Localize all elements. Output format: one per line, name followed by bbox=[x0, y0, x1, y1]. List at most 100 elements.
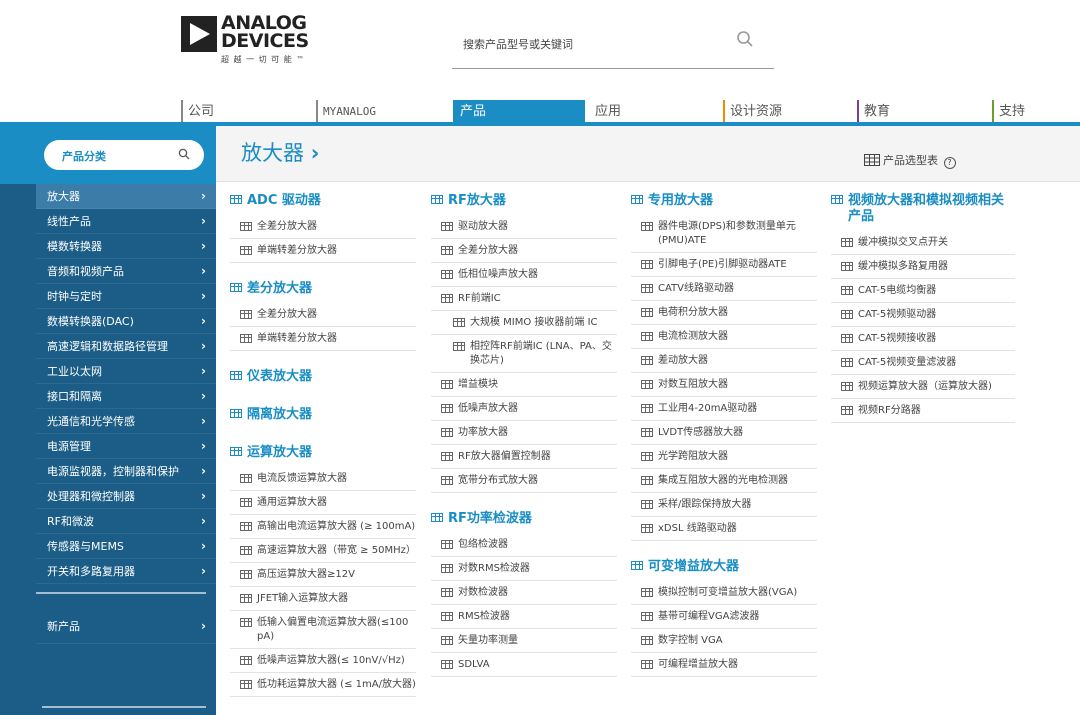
section-heading[interactable]: 仪表放大器 bbox=[230, 369, 416, 385]
list-item[interactable]: 视频运算放大器（运算放大器) bbox=[831, 375, 1015, 399]
list-item[interactable]: CAT-5视频驱动器 bbox=[831, 303, 1015, 327]
section-heading[interactable]: 隔离放大器 bbox=[230, 407, 416, 423]
list-item[interactable]: 低相位噪声放大器 bbox=[431, 263, 617, 287]
list-item[interactable]: 宽带分布式放大器 bbox=[431, 469, 617, 493]
list-item[interactable]: CAT-5视频变量滤波器 bbox=[831, 351, 1015, 375]
sidebar-item-clock-timing[interactable]: 时钟与定时 › bbox=[36, 284, 216, 309]
list-item[interactable]: 电流反馈运算放大器 bbox=[230, 467, 416, 491]
column-1: ADC 驱动器 全差分放大器 单端转差分放大器 差分放大器 全差分放大器 单端转… bbox=[230, 193, 416, 697]
list-item[interactable]: 包络检波器 bbox=[431, 533, 617, 557]
section-heading[interactable]: 专用放大器 bbox=[631, 193, 817, 209]
list-item[interactable]: RMS检波器 bbox=[431, 605, 617, 629]
sidebar-item-high-speed-logic[interactable]: 高速逻辑和数据路径管理 › bbox=[36, 334, 216, 359]
sidebar-item-linear[interactable]: 线性产品 › bbox=[36, 209, 216, 234]
list-item[interactable]: 增益模块 bbox=[431, 373, 617, 397]
search-box[interactable]: 搜索产品型号或关键词 bbox=[452, 24, 774, 69]
list-item[interactable]: 高输出电流运算放大器 (≥ 100mA) bbox=[230, 515, 416, 539]
list-item[interactable]: CAT-5电缆均衡器 bbox=[831, 279, 1015, 303]
table-icon bbox=[240, 246, 252, 255]
list-item[interactable]: 单端转差分放大器 bbox=[230, 239, 416, 263]
list-item[interactable]: xDSL 线路驱动器 bbox=[631, 517, 817, 541]
help-icon[interactable]: ? bbox=[943, 157, 956, 169]
section-heading[interactable]: 差分放大器 bbox=[230, 281, 416, 297]
list-item[interactable]: 高压运算放大器≥12V bbox=[230, 563, 416, 587]
table-icon bbox=[441, 246, 453, 255]
list-item[interactable]: 光学跨阻放大器 bbox=[631, 445, 817, 469]
list-item[interactable]: SDLVA bbox=[431, 653, 617, 677]
list-item[interactable]: 相控阵RF前端IC (LNA、PA、交换芯片) bbox=[431, 335, 617, 373]
sidebar-item-switches-mux[interactable]: 开关和多路复用器 › bbox=[36, 559, 216, 584]
list-item[interactable]: 缓冲模拟交叉点开关 bbox=[831, 231, 1015, 255]
list-item[interactable]: 引脚电子(PE)引脚驱动器ATE bbox=[631, 253, 817, 277]
section-heading[interactable]: 运算放大器 bbox=[230, 445, 416, 461]
list-item[interactable]: RF放大器偏置控制器 bbox=[431, 445, 617, 469]
sidebar-item-processors[interactable]: 处理器和微控制器 › bbox=[36, 484, 216, 509]
category-search-box[interactable]: 产品分类 bbox=[44, 140, 204, 170]
list-item[interactable]: 高速运算放大器（带宽 ≥ 50MHz） bbox=[230, 539, 416, 563]
list-item[interactable]: LVDT传感器放大器 bbox=[631, 421, 817, 445]
list-item[interactable]: 对数检波器 bbox=[431, 581, 617, 605]
table-icon bbox=[841, 286, 853, 295]
sidebar-item-adc[interactable]: 模数转换器 › bbox=[36, 234, 216, 259]
section-heading[interactable]: 视频放大器和模拟视频相关产品 bbox=[831, 193, 1015, 225]
sidebar-item-interface-isolation[interactable]: 接口和隔离 › bbox=[36, 384, 216, 409]
list-item[interactable]: 电流检测放大器 bbox=[631, 325, 817, 349]
section-heading[interactable]: 可变增益放大器 bbox=[631, 559, 817, 575]
list-item[interactable]: 全差分放大器 bbox=[230, 215, 416, 239]
sidebar-item-new-products[interactable]: 新产品 › bbox=[36, 614, 216, 644]
list-item[interactable]: 电荷积分放大器 bbox=[631, 301, 817, 325]
list-item[interactable]: 单端转差分放大器 bbox=[230, 327, 416, 351]
search-input[interactable]: 搜索产品型号或关键词 bbox=[463, 36, 573, 52]
search-icon[interactable] bbox=[736, 30, 754, 48]
list-item[interactable]: 缓冲模拟多路复用器 bbox=[831, 255, 1015, 279]
list-item[interactable]: 工业用4-20mA驱动器 bbox=[631, 397, 817, 421]
list-item[interactable]: 器件电源(DPS)和参数测量单元(PMU)ATE bbox=[631, 215, 817, 253]
sidebar-item-audio-video[interactable]: 音频和视频产品 › bbox=[36, 259, 216, 284]
list-item[interactable]: JFET输入运算放大器 bbox=[230, 587, 416, 611]
product-selection-table-link[interactable]: 产品选型表 ? bbox=[864, 152, 956, 169]
list-item[interactable]: 模拟控制可变增益放大器(VGA) bbox=[631, 581, 817, 605]
section-heading[interactable]: RF功率检波器 bbox=[431, 511, 617, 527]
sidebar-item-industrial-ethernet[interactable]: 工业以太网 › bbox=[36, 359, 216, 384]
list-item[interactable]: 低噪声运算放大器(≤ 10nV/√Hz) bbox=[230, 649, 416, 673]
list-item[interactable]: RF前端IC bbox=[431, 287, 617, 311]
sidebar-item-sensors-mems[interactable]: 传感器与MEMS › bbox=[36, 534, 216, 559]
sidebar-item-dac[interactable]: 数模转换器(DAC) › bbox=[36, 309, 216, 334]
list-item[interactable]: 低噪声放大器 bbox=[431, 397, 617, 421]
sidebar-item-amplifiers[interactable]: 放大器 › bbox=[36, 184, 216, 209]
list-item[interactable]: 可编程增益放大器 bbox=[631, 653, 817, 677]
list-item[interactable]: 驱动放大器 bbox=[431, 215, 617, 239]
list-item[interactable]: CAT-5视频接收器 bbox=[831, 327, 1015, 351]
list-item[interactable]: 对数互阻放大器 bbox=[631, 373, 817, 397]
list-item[interactable]: 视频RF分路器 bbox=[831, 399, 1015, 423]
sidebar-item-rf-microwave[interactable]: RF和微波 › bbox=[36, 509, 216, 534]
list-item[interactable]: 低功耗运算放大器 (≤ 1mA/放大器) bbox=[230, 673, 416, 697]
table-icon bbox=[441, 612, 453, 621]
list-item[interactable]: 全差分放大器 bbox=[230, 303, 416, 327]
list-item[interactable]: 数字控制 VGA bbox=[631, 629, 817, 653]
sidebar-item-power-management[interactable]: 电源管理 › bbox=[36, 434, 216, 459]
section-heading[interactable]: RF放大器 bbox=[431, 193, 617, 209]
sidebar-item-power-monitor[interactable]: 电源监视器，控制器和保护 › bbox=[36, 459, 216, 484]
list-item[interactable]: 低输入偏置电流运算放大器(≤100 pA) bbox=[230, 611, 416, 649]
sidebar-item-optical[interactable]: 光通信和光学传感 › bbox=[36, 409, 216, 434]
list-item[interactable]: 功率放大器 bbox=[431, 421, 617, 445]
list-item[interactable]: 采样/跟踪保持放大器 bbox=[631, 493, 817, 517]
list-item[interactable]: 对数RMS检波器 bbox=[431, 557, 617, 581]
analog-devices-logo[interactable]: ANALOG DEVICES 超 越 一 切 可 能 ™ bbox=[181, 14, 311, 66]
list-item[interactable]: 矢量功率测量 bbox=[431, 629, 617, 653]
table-icon bbox=[641, 284, 653, 293]
section-heading[interactable]: ADC 驱动器 bbox=[230, 193, 416, 209]
list-item[interactable]: 集成互阻放大器的光电检测器 bbox=[631, 469, 817, 493]
list-item[interactable]: 通用运算放大器 bbox=[230, 491, 416, 515]
table-icon bbox=[641, 500, 653, 509]
chevron-right-icon: › bbox=[201, 314, 206, 328]
list-item[interactable]: 大规模 MIMO 接收器前端 IC bbox=[431, 311, 617, 335]
table-icon bbox=[240, 522, 252, 531]
table-icon bbox=[864, 154, 880, 166]
list-item[interactable]: 差动放大器 bbox=[631, 349, 817, 373]
list-item[interactable]: 全差分放大器 bbox=[431, 239, 617, 263]
list-item[interactable]: 基带可编程VGA滤波器 bbox=[631, 605, 817, 629]
search-icon[interactable] bbox=[178, 148, 190, 160]
list-item[interactable]: CATV线路驱动器 bbox=[631, 277, 817, 301]
